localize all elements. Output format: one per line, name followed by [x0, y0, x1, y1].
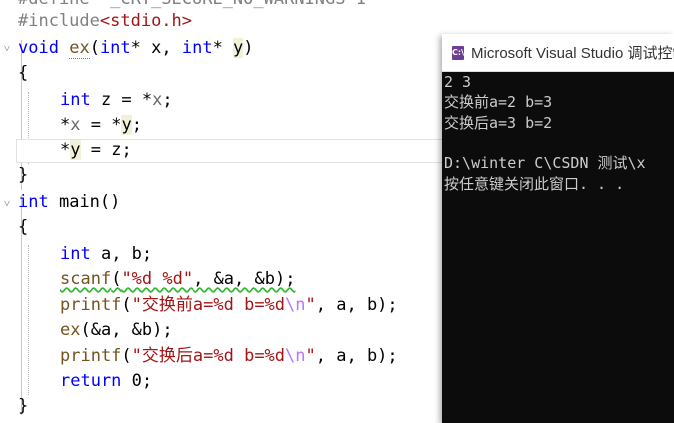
code-line-int-ab: int a, b; — [60, 242, 152, 267]
code-text: = z; — [80, 140, 132, 160]
function-printf: printf — [60, 295, 122, 315]
console-title: Microsoft Visual Studio 调试控制台 — [471, 45, 674, 62]
string-literal: " — [305, 346, 316, 366]
include-file: <stdio.h> — [99, 11, 193, 31]
keyword-void: void — [18, 38, 59, 58]
code-line-brace-open: { — [18, 61, 28, 86]
define-directive: #define _CRT_SECURE_NO_WARNINGS 1 — [18, 0, 366, 9]
visual-studio-console-icon: C:\ — [452, 45, 464, 60]
keyword-int: int — [99, 38, 131, 58]
paren: ( — [121, 295, 132, 315]
console-line: 2 3 — [444, 73, 472, 91]
fold-toggle-ex-icon[interactable]: ˅ — [1, 42, 13, 56]
function-main: main() — [48, 192, 121, 212]
code-line-ex-signature: void ex(int* x, int* y) — [18, 36, 254, 61]
string-literal: "%d %d" — [121, 269, 194, 289]
keyword-int: int — [60, 244, 91, 264]
code-text: ; — [131, 115, 142, 135]
code-text: * — [60, 115, 71, 135]
console-line: 按任意键关闭此窗口. . . — [444, 175, 625, 193]
keyword-return: return — [60, 371, 122, 391]
escape-sequence: \n — [285, 295, 306, 315]
code-line-int-z: int z = *x; — [60, 88, 173, 113]
code-line-brace-close: } — [18, 163, 28, 188]
code-text: (&a, &b); — [80, 320, 173, 340]
code-line-brace-close-main: } — [18, 394, 28, 419]
code-line-x-assign: *x = *y; — [60, 113, 142, 138]
fold-toggle-main-icon[interactable]: ˅ — [1, 197, 13, 211]
code-line-main: int main() — [18, 190, 120, 215]
var-y-highlight: y — [121, 115, 132, 135]
code-text: , &a, &b); — [193, 269, 296, 289]
param-x: * x, — [130, 38, 182, 58]
var-x: x — [70, 115, 81, 135]
var-x: x — [152, 90, 163, 110]
code-line-printf-before: printf("交换前a=%d b=%d\n", a, b); — [60, 293, 398, 318]
code-line-y-assign: *y = z; — [60, 138, 132, 163]
function-ex-call: ex — [60, 320, 81, 340]
code-text: , a, b); — [315, 346, 398, 366]
code-text: = * — [80, 115, 122, 135]
string-literal: " — [305, 295, 316, 315]
code-line-ex-call: ex(&a, &b); — [60, 318, 173, 343]
function-name-ex[interactable]: ex — [69, 38, 90, 59]
param-y-highlight: y — [233, 38, 244, 58]
keyword-int: int — [18, 192, 49, 212]
string-literal: "交换前a=%d b=%d — [131, 295, 286, 315]
function-printf: printf — [60, 346, 122, 366]
keyword-int: int — [60, 90, 91, 110]
code-line-return: return 0; — [60, 369, 152, 394]
paren: ( — [89, 38, 100, 58]
brace: { — [18, 217, 29, 237]
escape-sequence: \n — [285, 346, 306, 366]
code-text: 0; — [121, 371, 153, 391]
code-text: z = * — [90, 90, 153, 110]
paren: ) — [243, 38, 254, 58]
include-directive: #include — [18, 11, 100, 31]
function-scanf[interactable]: scanf — [60, 269, 111, 289]
paren: ( — [111, 269, 122, 289]
brace: } — [18, 165, 29, 185]
code-line-brace-open-main: { — [18, 215, 28, 240]
var-y-highlight: y — [70, 140, 81, 160]
code-line-printf-after: printf("交换后a=%d b=%d\n", a, b); — [60, 344, 398, 369]
console-line: D:\winter C\CSDN 测试\x — [444, 154, 646, 172]
code-text: * — [60, 140, 71, 160]
console-line: 交换后a=3 b=2 — [444, 114, 553, 132]
param-star: * — [212, 38, 234, 58]
console-titlebar[interactable]: C:\ Microsoft Visual Studio 调试控制台 — [442, 34, 674, 72]
paren: ( — [121, 346, 132, 366]
console-line: 交换前a=2 b=3 — [444, 93, 553, 111]
indent-guide — [28, 245, 29, 395]
code-line-include: #include<stdio.h> — [18, 9, 192, 34]
code-text: ; — [162, 90, 173, 110]
brace: { — [18, 63, 29, 83]
string-literal: "交换后a=%d b=%d — [131, 346, 286, 366]
debug-console-window[interactable]: C:\ Microsoft Visual Studio 调试控制台 2 3 交换… — [442, 34, 674, 423]
code-text: a, b; — [90, 244, 153, 264]
brace: } — [18, 396, 29, 416]
code-line-scanf: scanf("%d %d", &a, &b); — [60, 267, 295, 292]
code-text: , a, b); — [315, 295, 398, 315]
keyword-int: int — [181, 38, 213, 58]
console-output[interactable]: 2 3 交换前a=2 b=3 交换后a=3 b=2 D:\winter C\CS… — [442, 72, 674, 423]
